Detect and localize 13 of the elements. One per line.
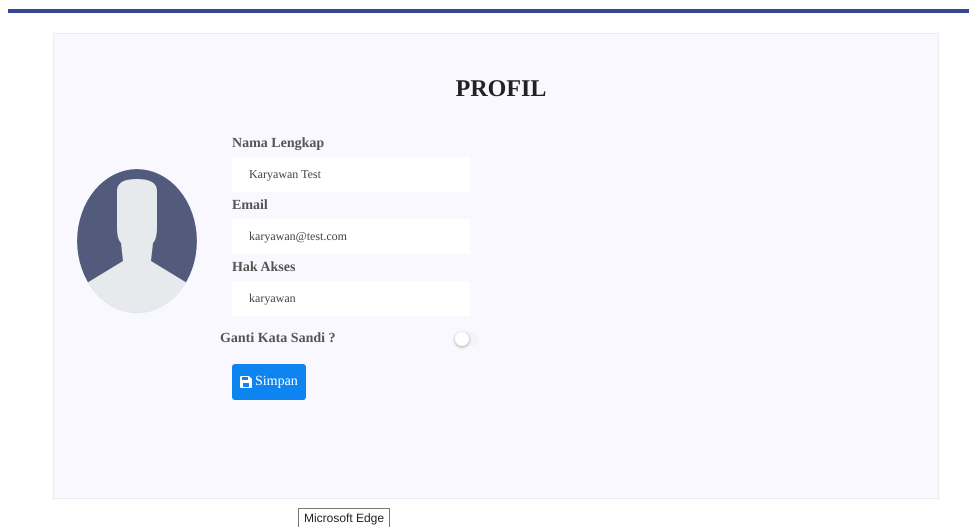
tooltip: Microsoft Edge: [298, 508, 390, 527]
input-field[interactable]: karyawan: [232, 281, 470, 316]
save-button[interactable]: Simpan: [232, 364, 306, 400]
input-field[interactable]: karyawan@test.com: [232, 219, 470, 254]
field-label: Email: [232, 198, 269, 214]
avatar-icon: [77, 169, 197, 313]
input-field[interactable]: Karyawan Test: [232, 157, 470, 192]
save-icon: [240, 376, 252, 388]
page-title: PROFIL: [454, 76, 548, 103]
field-label: Hak Akses: [232, 260, 296, 276]
toggle-switch[interactable]: [455, 332, 479, 346]
switch-label: Ganti Kata Sandi ?: [220, 331, 337, 347]
field-label: Nama Lengkap: [232, 136, 326, 152]
